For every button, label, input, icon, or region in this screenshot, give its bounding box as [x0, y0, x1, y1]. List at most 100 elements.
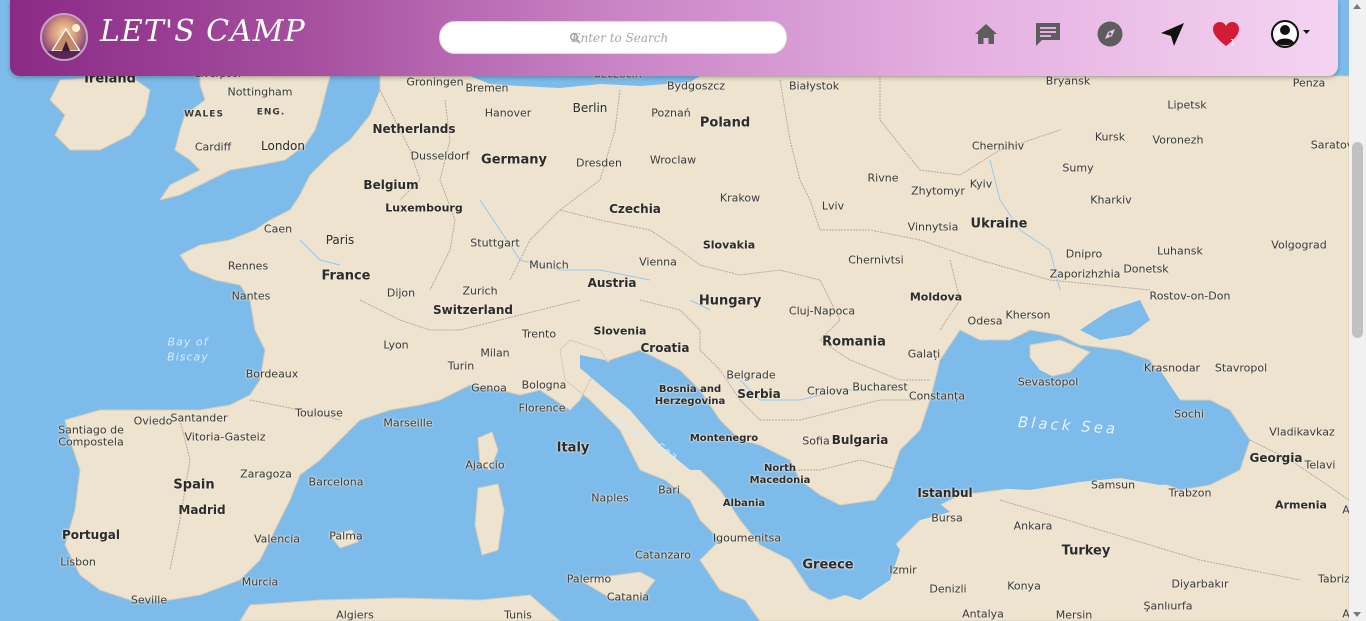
map-country-label: Czechia — [609, 202, 661, 216]
scrollbar-thumb[interactable] — [1352, 142, 1363, 338]
map-city-label: Catania — [606, 590, 650, 604]
map-city-label: Bryansk — [1045, 74, 1091, 88]
send-icon[interactable] — [1157, 19, 1187, 49]
brand-title[interactable]: LET'S CAMP — [100, 14, 306, 49]
map-city-label: Barcelona — [308, 475, 364, 489]
map-country-label: Albania — [722, 498, 766, 509]
user-avatar-icon — [1271, 20, 1299, 48]
map-city-label: Caen — [263, 222, 293, 236]
map-region-label: ENG. — [256, 107, 286, 118]
chat-icon[interactable] — [1033, 19, 1063, 49]
map-city-label: Samsun — [1090, 478, 1136, 492]
map-city-label: Compostela — [58, 435, 124, 449]
map-country-label: Georgia — [1249, 451, 1303, 465]
map-city-label: Bydgoszcz — [666, 79, 726, 93]
map-city-label: Rennes — [227, 259, 269, 273]
map-country-label: Belgium — [363, 178, 419, 192]
map-city-label: Madrid — [178, 503, 226, 517]
map-country-label: Bosnia and — [658, 384, 722, 395]
map-country-label: Slovenia — [593, 324, 647, 338]
map-country-label: Slovakia — [702, 238, 756, 252]
map-city-label: Valencia — [253, 532, 301, 546]
map-city-label: Volgograd — [1271, 238, 1327, 252]
map-city-label: Sumy — [1062, 161, 1094, 175]
map-city-label: Şanlıurfa — [1143, 599, 1193, 613]
map-city-label: Turin — [447, 359, 475, 373]
map-city-label: Białystok — [788, 79, 840, 93]
map-city-label: Kyiv — [969, 177, 993, 191]
map-city-label: Florence — [518, 401, 566, 415]
map-country-label: Croatia — [640, 341, 690, 355]
map-city-label: Marseille — [383, 416, 433, 430]
map-city-label: Lisbon — [60, 555, 96, 569]
map-city-label: Diyarbakır — [1171, 577, 1229, 591]
map-city-label: Hanover — [484, 106, 532, 120]
map-city-label: Igoumenitsa — [712, 531, 782, 545]
map-city-label: Zhytomyr — [911, 184, 965, 198]
map-city-label: Dresden — [576, 156, 622, 170]
map-view[interactable]: WALES ENG. Ireland Netherlands Germany P… — [0, 0, 1349, 621]
map-city-label: Krakow — [719, 191, 761, 205]
map-country-label: Montenegro — [689, 433, 759, 444]
map-city-label: Tunis — [504, 608, 532, 621]
map-city-label: Palma — [329, 529, 363, 543]
map-city-label: Lyon — [383, 338, 409, 352]
map-city-label: Santiago de — [58, 423, 124, 437]
map-city-label: Kherson — [1005, 308, 1051, 322]
map-city-label: Naples — [591, 491, 629, 505]
map-city-label: Bari — [658, 483, 680, 497]
map-city-label: Rostov-on-Don — [1149, 289, 1231, 303]
map-city-label: Stavropol — [1214, 361, 1268, 375]
compass-icon[interactable] — [1095, 19, 1125, 49]
map-city-label: Kharkiv — [1090, 193, 1132, 207]
map-city-label: Denizli — [929, 582, 967, 596]
map-city-label: Bologna — [521, 378, 567, 392]
map-city-label: Vinnytsia — [907, 220, 959, 234]
map-city-label: Bursa — [931, 511, 963, 525]
map-city-label: Izmir — [889, 563, 917, 577]
map-city-label: Dusseldorf — [410, 149, 470, 163]
scroll-up-arrow-icon[interactable] — [1353, 4, 1361, 9]
map-city-label: Munich — [529, 258, 569, 272]
map-city-label: Antalya — [962, 607, 1004, 621]
map-city-label: Zurich — [462, 284, 498, 298]
map-country-label: Ukraine — [970, 216, 1028, 232]
map-city-label: Vitoria-Gasteiz — [184, 430, 266, 444]
map-city-label: Penza — [1292, 76, 1326, 90]
map-region-label: WALES — [184, 109, 224, 120]
map-country-label: Bulgaria — [831, 433, 889, 447]
map-city-label: Ankara — [1013, 519, 1053, 533]
heart-icon[interactable] — [1211, 19, 1241, 49]
map-city-label: Zaragoza — [240, 467, 292, 481]
scroll-down-arrow-icon[interactable] — [1353, 612, 1361, 617]
search-input[interactable] — [440, 22, 786, 53]
camp-logo-icon — [46, 24, 86, 59]
map-city-label: Genoa — [471, 381, 507, 395]
map-edge-label: A — [1342, 607, 1349, 621]
map-city-label: Saratov — [1310, 138, 1349, 152]
brand-logo[interactable] — [40, 13, 88, 61]
map-country-label: Moldova — [909, 290, 963, 304]
map-city-label: Paris — [325, 233, 355, 247]
map-edge-label: A — [1342, 503, 1349, 517]
map-city-label: Milan — [480, 346, 510, 360]
home-icon[interactable] — [971, 19, 1001, 49]
map-city-label: Bordeaux — [245, 367, 299, 381]
page-scrollbar[interactable] — [1349, 0, 1366, 621]
map-city-label: Santander — [170, 411, 228, 425]
map-country-label: North — [763, 463, 797, 474]
map-city-label: Dnipro — [1065, 247, 1103, 261]
map-city-label: Constanța — [908, 389, 966, 403]
map-city-label: Sevastopol — [1017, 375, 1079, 389]
search-bar[interactable] — [439, 21, 787, 54]
map-city-label: Oviedo — [133, 414, 173, 428]
map-country-label: Netherlands — [372, 122, 456, 136]
map-city-label: Cardiff — [194, 140, 232, 154]
map-city-label: Bremen — [465, 81, 509, 95]
user-menu[interactable] — [1270, 19, 1316, 49]
map-country-label: Poland — [699, 115, 751, 131]
map-city-label: Berlin — [572, 101, 608, 115]
map-city-label: Konya — [1007, 579, 1041, 593]
map-city-label: Craiova — [807, 384, 849, 398]
map-city-label: London — [261, 139, 305, 153]
